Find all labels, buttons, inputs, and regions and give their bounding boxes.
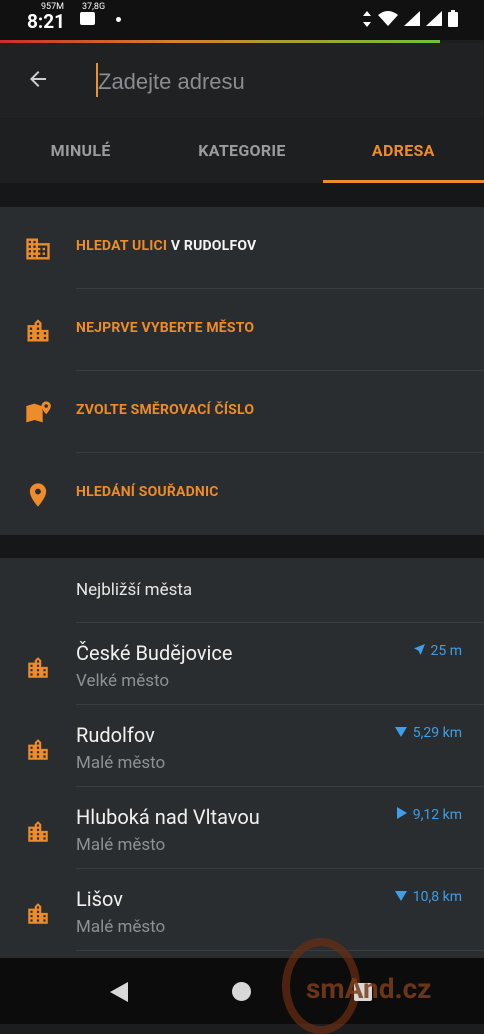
buildings-icon [24, 235, 52, 263]
address-search-input[interactable] [96, 63, 460, 101]
tab-bar: MINULÉ KATEGORIE ADRESA [0, 119, 484, 183]
city-type: Malé město [76, 753, 166, 773]
postcode-item[interactable]: ZVOLTE SMĚROVACÍ ČÍSLO [0, 371, 484, 453]
nearby-cities-title: Nejbližší města [76, 580, 193, 600]
tab-recent[interactable]: MINULÉ [0, 119, 161, 183]
tab-categories[interactable]: KATEGORIE [161, 119, 322, 183]
city-name: České Budějovice [76, 641, 233, 665]
choose-city-label: NEJPRVE VYBERTE MĚSTO [76, 320, 255, 336]
status-bar: 957M 37,8G 8:21 [0, 0, 484, 40]
city-distance: 25 m [413, 643, 463, 659]
city-type: Malé město [76, 917, 166, 937]
back-arrow-icon[interactable] [26, 67, 50, 91]
location-pin-icon [24, 481, 52, 509]
city-type: Malé město [76, 835, 166, 855]
city-icon [24, 819, 52, 845]
vibrate-icon [362, 10, 372, 31]
clock: 8:21 [27, 10, 66, 33]
image-notification-icon [80, 12, 95, 25]
section-gap [0, 183, 484, 207]
nearby-cities-section: Nejbližší města České Budějovice Velké m… [0, 558, 484, 958]
notification-dot-icon [116, 17, 121, 22]
system-nav-bar: smAnd.cz [0, 938, 484, 1034]
coordinates-item[interactable]: HLEDÁNÍ SOUŘADNIC [0, 453, 484, 535]
watermark-text: smAnd.cz [306, 972, 432, 1005]
system-icons [362, 10, 458, 31]
city-distance: 9,12 km [396, 807, 462, 823]
search-street-item[interactable]: HLEDAT ULICI V RUDOLFOV [0, 207, 484, 289]
wifi-icon [378, 11, 398, 30]
distance-value: 5,29 km [412, 725, 462, 741]
map-pin-icon [24, 399, 52, 427]
choose-city-item[interactable]: NEJPRVE VYBERTE MĚSTO [0, 289, 484, 371]
direction-arrow-icon [396, 807, 407, 823]
network-indicator: 37,8G [82, 2, 106, 12]
city-icon [24, 655, 52, 681]
section-gap [0, 535, 484, 558]
text-cursor [96, 63, 98, 97]
distance-value: 9,12 km [412, 807, 462, 823]
tab-address[interactable]: ADRESA [322, 119, 484, 183]
signal-icon-2 [426, 11, 442, 30]
distance-value: 25 m [430, 643, 463, 659]
nav-home-icon[interactable] [232, 982, 251, 1001]
city-icon [24, 737, 52, 763]
city-name: Rudolfov [76, 723, 155, 747]
city-name: Lišov [76, 887, 123, 911]
direction-arrow-icon [413, 643, 425, 659]
city-item[interactable]: Rudolfov Malé město 5,29 km [0, 705, 484, 787]
direction-arrow-icon [394, 725, 407, 741]
postcode-label: ZVOLTE SMĚROVACÍ ČÍSLO [76, 402, 255, 418]
city-item[interactable]: Lišov Malé město 10,8 km [0, 869, 484, 951]
city-distance: 5,29 km [394, 725, 462, 741]
divider [76, 950, 484, 951]
city-icon [24, 901, 52, 927]
search-street-city: V RUDOLFOV [170, 238, 257, 254]
city-icon [24, 317, 52, 345]
city-item[interactable]: České Budějovice Velké město 25 m [0, 623, 484, 705]
battery-icon [448, 10, 458, 31]
coordinates-label: HLEDÁNÍ SOUŘADNIC [76, 484, 219, 500]
signal-icon [404, 11, 420, 30]
nav-back-icon[interactable] [110, 982, 128, 1002]
city-distance: 10,8 km [394, 889, 462, 905]
search-header [0, 43, 484, 118]
city-item[interactable]: Hluboká nad Vltavou Malé město 9,12 km [0, 787, 484, 869]
direction-arrow-icon [394, 889, 407, 905]
distance-value: 10,8 km [412, 889, 462, 905]
city-name: Hluboká nad Vltavou [76, 805, 260, 829]
search-street-label: HLEDAT ULICI V RUDOLFOV [76, 238, 256, 254]
search-street-prefix: HLEDAT ULICI [76, 238, 168, 254]
city-type: Velké město [76, 671, 170, 691]
address-actions-list: HLEDAT ULICI V RUDOLFOV NEJPRVE VYBERTE … [0, 207, 484, 535]
